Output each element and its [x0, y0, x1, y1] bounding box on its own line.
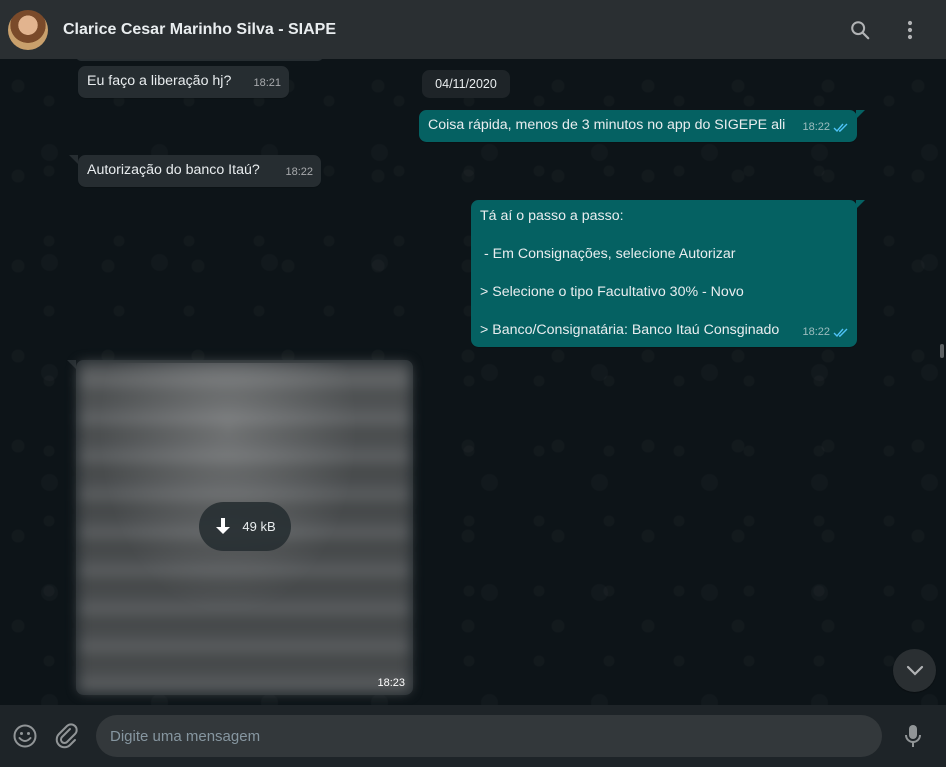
bubble-tail: [856, 200, 865, 209]
message-input[interactable]: [96, 715, 882, 757]
incoming-message[interactable]: Autorização do banco Itaú? 18:22: [78, 155, 321, 187]
image-message[interactable]: 49 kB 18:23: [76, 360, 413, 695]
message-text: Eu faço a liberação hj?: [87, 73, 232, 89]
message-text: Autorização do banco Itaú?: [87, 162, 260, 178]
message-meta: 18:22: [802, 118, 849, 137]
scrollbar-thumb[interactable]: [940, 344, 944, 358]
outgoing-message[interactable]: Coisa rápida, menos de 3 minutos no app …: [419, 110, 857, 142]
contact-name[interactable]: Clarice Cesar Marinho Silva - SIAPE: [63, 21, 830, 39]
bubble-tail: [67, 360, 76, 369]
kebab-menu-icon[interactable]: [890, 10, 930, 50]
file-size: 49 kB: [242, 519, 276, 534]
message-time: 18:22: [802, 121, 830, 133]
message-time: 18:22: [802, 326, 830, 338]
scroll-to-bottom-button[interactable]: [893, 649, 936, 692]
bubble-tail: [69, 155, 78, 164]
download-icon: [216, 517, 231, 534]
incoming-message[interactable]: Eu faço a liberação hj? 18:21: [78, 66, 289, 98]
search-icon[interactable]: [840, 10, 880, 50]
download-button[interactable]: 49 kB: [199, 502, 291, 551]
message-line: - Em Consignações, selecione Autorizar: [480, 246, 736, 262]
message-time: 18:22: [285, 166, 313, 178]
read-ticks-icon: [833, 123, 848, 133]
previous-message-edge: [76, 59, 323, 61]
contact-avatar[interactable]: [8, 9, 48, 50]
message-time: 18:21: [253, 77, 281, 89]
compose-bar: [0, 705, 946, 767]
microphone-icon[interactable]: [898, 721, 928, 751]
message-meta: 18:22: [802, 323, 849, 342]
message-text: Coisa rápida, menos de 3 minutos no app …: [428, 117, 786, 133]
outgoing-message[interactable]: Tá aí o passo a passo: - Em Consignações…: [471, 200, 857, 347]
message-line: > Banco/Consignatária: Banco Itaú Consgi…: [480, 322, 780, 338]
read-ticks-icon: [833, 328, 848, 338]
chat-pane[interactable]: Eu faço a liberação hj? 18:21 04/11/2020…: [0, 59, 946, 705]
message-time: 18:23: [377, 677, 405, 689]
emoji-icon[interactable]: [10, 721, 40, 751]
chevron-down-icon: [906, 665, 923, 676]
paperclip-icon[interactable]: [52, 721, 82, 751]
date-chip: 04/11/2020: [422, 70, 510, 98]
bubble-tail: [856, 110, 865, 119]
message-line: > Selecione o tipo Facultativo 30% - Nov…: [480, 284, 744, 300]
chat-header: Clarice Cesar Marinho Silva - SIAPE: [0, 0, 946, 59]
message-line: Tá aí o passo a passo:: [480, 208, 624, 224]
